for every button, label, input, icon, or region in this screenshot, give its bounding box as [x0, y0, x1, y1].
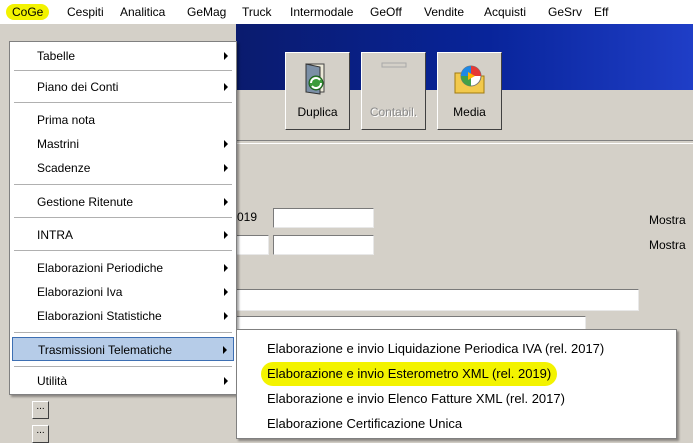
- menu-separator: [14, 366, 232, 367]
- duplica-button[interactable]: Duplica: [285, 52, 350, 130]
- menu-gesrv[interactable]: GeSrv: [546, 4, 584, 20]
- menu-cespiti[interactable]: Cespiti: [65, 4, 106, 20]
- menu-item-prima-nota[interactable]: Prima nota: [12, 108, 234, 132]
- form-field-2[interactable]: [273, 235, 374, 255]
- contabil-button[interactable]: Contabil.: [361, 52, 426, 130]
- menu-item-trasmissioni-telematiche[interactable]: Trasmissioni Telematiche: [12, 337, 234, 361]
- date-field-fragment: 019: [237, 210, 258, 224]
- coge-dropdown-menu: Tabelle Piano dei Conti Prima nota Mastr…: [9, 41, 237, 395]
- ellipsis-text-1: ...: [36, 401, 45, 412]
- submenu-arrow-icon: [224, 312, 228, 320]
- submenu-arrow-icon: [224, 164, 228, 172]
- mostra-label-2: Mostra: [649, 238, 686, 252]
- submenu-arrow-icon: [224, 140, 228, 148]
- submenu-item-elenco-fatture-xml[interactable]: Elaborazione e invio Elenco Fatture XML …: [267, 387, 565, 411]
- menu-item-elaborazioni-statistiche[interactable]: Elaborazioni Statistiche: [12, 304, 234, 328]
- menu-acquisti[interactable]: Acquisti: [482, 4, 528, 20]
- media-button[interactable]: Media: [437, 52, 502, 130]
- trasmissioni-telematiche-submenu: Elaborazione e invio Liquidazione Period…: [236, 329, 677, 439]
- menu-item-tabelle[interactable]: Tabelle: [12, 44, 234, 68]
- contabil-label: Contabil.: [369, 105, 418, 119]
- form-field-long[interactable]: [236, 289, 639, 311]
- menu-item-label: Piano dei Conti: [37, 80, 119, 94]
- menu-item-scadenze[interactable]: Scadenze: [12, 156, 234, 180]
- menu-item-utilita[interactable]: Utilità: [12, 369, 234, 393]
- menu-item-label: Utilità: [37, 374, 68, 388]
- menu-separator: [14, 250, 232, 251]
- menu-separator: [14, 217, 232, 218]
- menu-item-label: Trasmissioni Telematiche: [38, 343, 173, 357]
- submenu-arrow-icon: [224, 288, 228, 296]
- submenu-item-certificazione-unica[interactable]: Elaborazione Certificazione Unica: [267, 412, 462, 436]
- menu-item-label: Gestione Ritenute: [37, 195, 134, 209]
- menu-item-intra[interactable]: INTRA: [12, 223, 234, 247]
- form-field-3[interactable]: [236, 316, 586, 330]
- submenu-arrow-icon: [224, 83, 228, 91]
- submenu-arrow-icon: [224, 231, 228, 239]
- menu-item-elaborazioni-iva[interactable]: Elaborazioni Iva: [12, 280, 234, 304]
- menu-item-label: INTRA: [37, 228, 73, 242]
- menu-gemag[interactable]: GeMag: [185, 4, 228, 20]
- mostra-label-1: Mostra: [649, 213, 686, 227]
- form-field-2a[interactable]: [236, 235, 269, 255]
- menu-item-label: Elaborazioni Statistiche: [37, 309, 162, 323]
- menu-separator: [14, 70, 232, 71]
- submenu-item-esterometro-xml[interactable]: Elaborazione e invio Esterometro XML (re…: [261, 362, 558, 386]
- menu-truck[interactable]: Truck: [240, 4, 274, 20]
- duplica-label: Duplica: [297, 105, 338, 119]
- menu-item-label: Elaborazioni Iva: [37, 285, 123, 299]
- menu-eff[interactable]: Eff: [592, 4, 610, 20]
- menu-item-gestione-ritenute[interactable]: Gestione Ritenute: [12, 190, 234, 214]
- media-folder-icon: [454, 65, 485, 94]
- menu-geoff[interactable]: GeOff: [368, 4, 404, 20]
- submenu-arrow-icon: [224, 52, 228, 60]
- form-field-1[interactable]: [273, 208, 374, 228]
- menu-vendite[interactable]: Vendite: [422, 4, 466, 20]
- submenu-arrow-icon: [224, 377, 228, 385]
- media-label: Media: [453, 105, 486, 119]
- menu-separator: [14, 102, 232, 103]
- menu-analitica[interactable]: Analitica: [118, 4, 167, 20]
- menu-item-piano-dei-conti[interactable]: Piano dei Conti: [12, 75, 234, 99]
- menu-bar: CoGe Cespiti Analitica GeMag Truck Inter…: [0, 0, 693, 25]
- submenu-item-liquidazione-periodica-iva[interactable]: Elaborazione e invio Liquidazione Period…: [267, 337, 604, 361]
- duplicate-door-icon: [305, 63, 325, 95]
- menu-separator: [14, 332, 232, 333]
- ellipsis-button-2[interactable]: ...: [32, 425, 49, 443]
- menu-item-label: Prima nota: [37, 113, 96, 127]
- submenu-arrow-icon: [224, 198, 228, 206]
- menu-item-mastrini[interactable]: Mastrini: [12, 132, 234, 156]
- menu-item-elaborazioni-periodiche[interactable]: Elaborazioni Periodiche: [12, 256, 234, 280]
- submenu-arrow-icon: [224, 264, 228, 272]
- menu-coge[interactable]: CoGe: [6, 4, 50, 20]
- menu-item-label: Tabelle: [37, 49, 76, 63]
- toolbar-divider: [236, 140, 693, 144]
- ellipsis-text-2: ...: [36, 425, 45, 436]
- ellipsis-button-1[interactable]: ...: [32, 401, 49, 419]
- menu-item-label: Scadenze: [37, 161, 91, 175]
- menu-intermodale[interactable]: Intermodale: [288, 4, 355, 20]
- contabil-icon: [381, 62, 407, 68]
- submenu-arrow-icon: [223, 346, 227, 354]
- menu-item-label: Elaborazioni Periodiche: [37, 261, 164, 275]
- menu-separator: [14, 184, 232, 185]
- menu-item-label: Mastrini: [37, 137, 80, 151]
